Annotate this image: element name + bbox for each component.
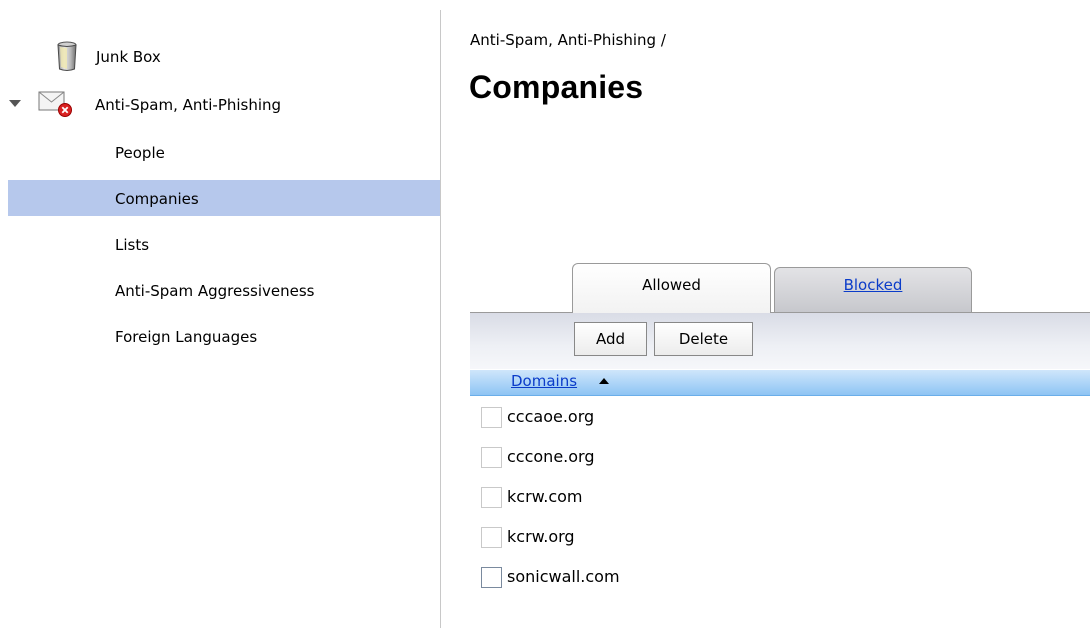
domain-cell: cccone.org: [507, 447, 595, 466]
row-checkbox[interactable]: [481, 487, 502, 508]
sidebar-item-junk-box[interactable]: Junk Box: [8, 38, 440, 74]
sidebar-group-anti-spam[interactable]: Anti-Spam, Anti-Phishing: [8, 86, 440, 122]
row-checkbox[interactable]: [481, 407, 502, 428]
sidebar-divider[interactable]: [440, 10, 441, 628]
sidebar-item-label: People: [115, 144, 165, 162]
sidebar-item-companies[interactable]: Companies: [8, 180, 440, 216]
tab-label: Allowed: [642, 276, 701, 294]
delete-button[interactable]: Delete: [654, 322, 753, 356]
row-checkbox[interactable]: [481, 567, 502, 588]
domain-cell: cccaoe.org: [507, 407, 595, 426]
sidebar-item-anti-spam-aggressiveness[interactable]: Anti-Spam Aggressiveness: [8, 272, 440, 308]
sidebar-item-label: Foreign Languages: [115, 328, 258, 346]
tab-allowed[interactable]: Allowed: [572, 263, 771, 313]
sidebar-item-label: Companies: [115, 190, 199, 208]
app-root: Junk Box Anti-Spam, Anti-Phishing People…: [0, 0, 1090, 628]
table-row[interactable]: cccone.org: [478, 438, 1078, 478]
column-header-domains[interactable]: Domains: [470, 370, 1090, 396]
sidebar-item-label: Anti-Spam Aggressiveness: [115, 282, 315, 300]
domain-cell: kcrw.org: [507, 527, 575, 546]
row-checkbox[interactable]: [481, 527, 502, 548]
sidebar-item-people[interactable]: People: [8, 134, 440, 170]
table-row[interactable]: kcrw.org: [478, 518, 1078, 558]
toolbar: [470, 312, 1090, 369]
tab-blocked[interactable]: Blocked: [774, 267, 972, 315]
domain-cell: sonicwall.com: [507, 567, 620, 586]
sidebar-item-lists[interactable]: Lists: [8, 226, 440, 262]
sidebar-item-label: Junk Box: [96, 48, 161, 66]
add-button[interactable]: Add: [574, 322, 647, 356]
table-row[interactable]: cccaoe.org: [478, 398, 1078, 438]
trash-bin-icon: [52, 38, 82, 74]
sidebar-item-label: Lists: [115, 236, 150, 254]
column-header-label[interactable]: Domains: [511, 372, 577, 390]
tab-label[interactable]: Blocked: [775, 276, 971, 294]
sidebar-group-label: Anti-Spam, Anti-Phishing: [95, 96, 282, 114]
row-checkbox[interactable]: [481, 447, 502, 468]
sort-ascending-icon: [599, 378, 609, 384]
sidebar: Junk Box Anti-Spam, Anti-Phishing People…: [0, 0, 440, 628]
domain-cell: kcrw.com: [507, 487, 583, 506]
breadcrumb: Anti-Spam, Anti-Phishing /: [470, 31, 666, 49]
table-row[interactable]: sonicwall.com: [478, 558, 1078, 598]
envelope-blocked-icon: [37, 87, 75, 121]
page-title: Companies: [469, 69, 644, 105]
triangle-down-icon[interactable]: [8, 96, 22, 110]
sidebar-item-foreign-languages[interactable]: Foreign Languages: [8, 318, 440, 354]
table-row[interactable]: kcrw.com: [478, 478, 1078, 518]
